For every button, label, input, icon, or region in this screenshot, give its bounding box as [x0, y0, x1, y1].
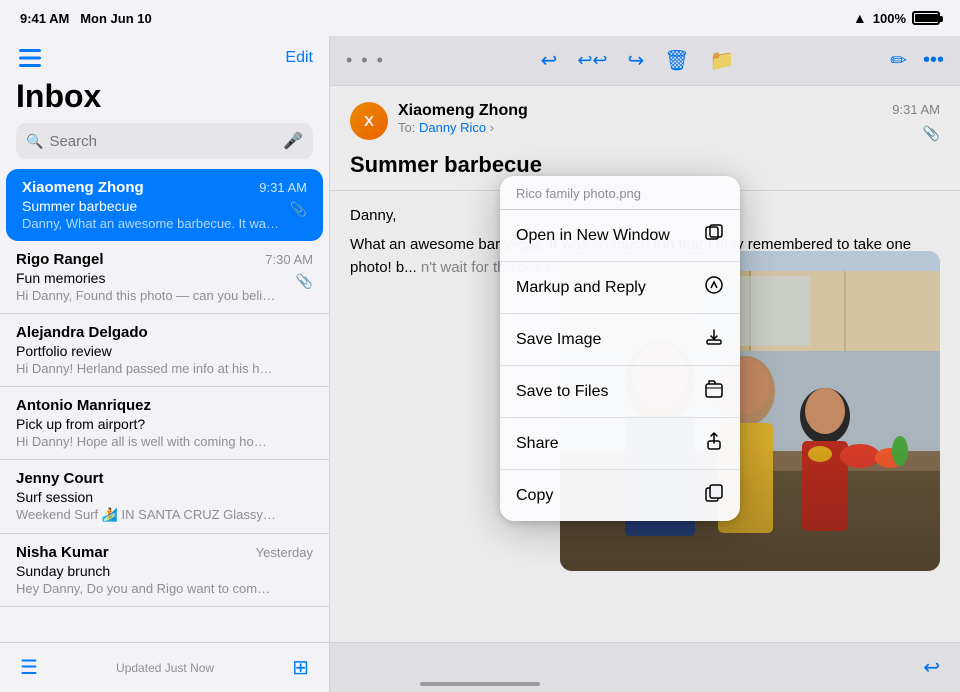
inbox-panel: Edit Inbox 🔍 🎤 Xiaomeng Zhong 9:31 AM Su…	[0, 36, 330, 692]
mail-subject-0: Summer barbecue	[22, 198, 307, 214]
markup-icon	[704, 275, 724, 300]
open-window-icon	[704, 223, 724, 248]
mail-preview-1: Hi Danny, Found this photo — can you bel…	[16, 288, 276, 303]
compose-group-icon[interactable]: ⊞	[292, 655, 309, 680]
status-indicators: ▲ 100%	[853, 10, 940, 26]
mail-item-4[interactable]: Jenny Court Surf session Weekend Surf 🏄 …	[0, 460, 329, 534]
context-menu-open-window[interactable]: Open in New Window	[500, 210, 740, 262]
sidebar-toggle-button[interactable]	[16, 44, 44, 72]
mail-preview-2: Hi Danny! Herland passed me info at his …	[16, 361, 276, 376]
battery-icon	[912, 11, 940, 25]
mail-item-selected[interactable]: Xiaomeng Zhong 9:31 AM Summer barbecue D…	[6, 169, 323, 241]
battery-percent: 100%	[873, 11, 906, 26]
mail-subject-1: Fun memories	[16, 270, 313, 286]
inbox-title: Inbox	[0, 76, 329, 123]
attachment-icon-0: 📎	[290, 201, 307, 218]
search-input[interactable]	[49, 133, 277, 150]
filter-icon[interactable]: ☰	[20, 655, 38, 680]
app-container: Edit Inbox 🔍 🎤 Xiaomeng Zhong 9:31 AM Su…	[0, 36, 960, 692]
mail-sender-4: Jenny Court	[16, 470, 104, 487]
mail-time-0: 9:31 AM	[259, 180, 307, 195]
save-files-icon	[704, 379, 724, 404]
wifi-icon: ▲	[853, 10, 867, 26]
context-menu-share[interactable]: Share	[500, 418, 740, 470]
email-panel: • • • ↩ ↩↩ ↪ 🗑 📁 ✏ ••• X Xiaomeng Zhong …	[330, 36, 960, 692]
share-icon	[704, 431, 724, 456]
mail-preview-5: Hey Danny, Do you and Rigo want to come …	[16, 581, 276, 596]
save-image-label: Save Image	[516, 331, 601, 349]
save-files-label: Save to Files	[516, 383, 608, 401]
context-menu-filename: Rico family photo.png	[500, 176, 740, 210]
mail-time-5: Yesterday	[256, 545, 313, 560]
search-bar[interactable]: 🔍 🎤	[16, 123, 313, 159]
mail-sender-2: Alejandra Delgado	[16, 324, 148, 341]
mail-time-1: 7:30 AM	[265, 252, 313, 267]
mail-subject-4: Surf session	[16, 489, 313, 505]
mic-icon[interactable]: 🎤	[283, 131, 303, 151]
context-menu-save-image[interactable]: Save Image	[500, 314, 740, 366]
context-menu-save-files[interactable]: Save to Files	[500, 366, 740, 418]
mail-subject-2: Portfolio review	[16, 343, 313, 359]
updated-text: Updated Just Now	[38, 661, 292, 675]
mail-sender-3: Antonio Manriquez	[16, 397, 151, 414]
share-label: Share	[516, 435, 559, 453]
save-image-icon	[704, 327, 724, 352]
copy-label: Copy	[516, 487, 553, 505]
status-time: 9:41 AM Mon Jun 10	[20, 11, 152, 26]
mail-preview-4: Weekend Surf 🏄 IN SANTA CRUZ Glassy wave…	[16, 507, 276, 523]
inbox-toolbar: Edit	[0, 36, 329, 76]
context-menu: Rico family photo.png Open in New Window…	[500, 176, 740, 521]
status-bar: 9:41 AM Mon Jun 10 ▲ 100%	[0, 0, 960, 36]
mail-preview-0: Danny, What an awesome barbecue. It was …	[22, 216, 282, 231]
mail-subject-5: Sunday brunch	[16, 563, 313, 579]
open-window-label: Open in New Window	[516, 227, 670, 245]
inbox-bottom-bar: ☰ Updated Just Now ⊞	[0, 642, 329, 692]
mail-sender-0: Xiaomeng Zhong	[22, 179, 144, 196]
mail-sender-5: Nisha Kumar	[16, 544, 109, 561]
mail-subject-3: Pick up from airport?	[16, 416, 313, 432]
search-icon: 🔍	[26, 133, 43, 150]
mail-item-5[interactable]: Nisha Kumar Yesterday Sunday brunch Hey …	[0, 534, 329, 607]
mail-list: Xiaomeng Zhong 9:31 AM Summer barbecue D…	[0, 169, 329, 642]
mail-sender-1: Rigo Rangel	[16, 251, 104, 268]
mail-item-1[interactable]: Rigo Rangel 7:30 AM Fun memories Hi Dann…	[0, 241, 329, 314]
mail-preview-3: Hi Danny! Hope all is well with coming h…	[16, 434, 276, 449]
edit-button[interactable]: Edit	[285, 49, 313, 67]
markup-label: Markup and Reply	[516, 279, 646, 297]
mail-item-2[interactable]: Alejandra Delgado Portfolio review Hi Da…	[0, 314, 329, 387]
mail-item-3[interactable]: Antonio Manriquez Pick up from airport? …	[0, 387, 329, 460]
copy-icon	[704, 483, 724, 508]
attachment-icon-1: 📎	[296, 273, 313, 290]
context-menu-markup[interactable]: Markup and Reply	[500, 262, 740, 314]
context-menu-copy[interactable]: Copy	[500, 470, 740, 521]
